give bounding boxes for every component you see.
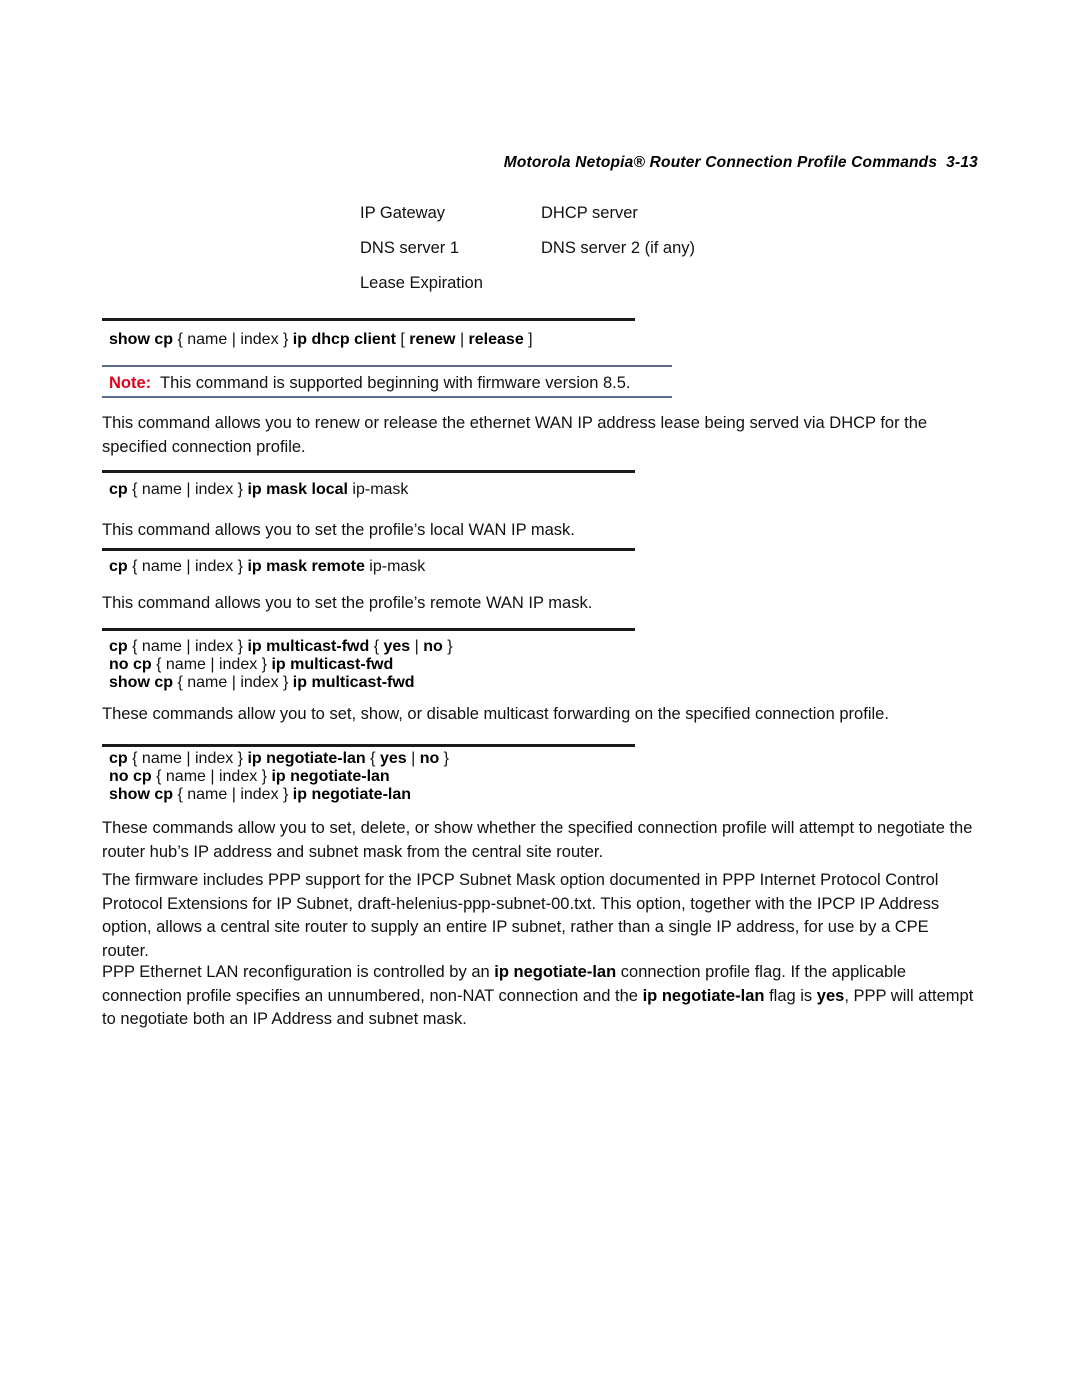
ppp-flag-name: ip negotiate-lan xyxy=(642,986,765,1005)
syntax-param: ip-mask xyxy=(369,558,426,575)
paragraph-ip-mask-remote-description: This command allows you to set the profi… xyxy=(102,594,593,612)
syntax-token: ip multicast-fwd xyxy=(292,674,415,691)
paragraph-ipcp-subnet-mask: The firmware includes PPP support for th… xyxy=(102,869,978,963)
paragraph-dhcp-client-description: This command allows you to renew or rele… xyxy=(102,414,928,456)
field-dns-server-1: DNS server 1 xyxy=(360,239,460,257)
syntax-token: ip negotiate-lan xyxy=(247,750,371,767)
section-rule xyxy=(102,744,635,747)
syntax-token: show cp xyxy=(109,674,178,691)
list-row: Lease Expiration xyxy=(360,266,820,301)
syntax-token: renew xyxy=(409,331,456,348)
note-label: Note: xyxy=(109,374,152,392)
syntax-token: ip multicast-fwd xyxy=(247,638,374,655)
syntax-token: ip dhcp client xyxy=(292,331,401,348)
syntax-pipe: | xyxy=(410,638,424,655)
running-header-title: Motorola Netopia® Router Connection Prof… xyxy=(503,154,938,171)
syntax-arg: { name | index } xyxy=(132,638,248,655)
ppp-text-s1: PPP Ethernet LAN reconfiguration is cont… xyxy=(102,963,495,981)
ipcp-draft-reference: draft-helenius-ppp-subnet-00.txt xyxy=(353,894,592,913)
document-page: Motorola Netopia® Router Connection Prof… xyxy=(0,0,1080,1397)
syntax-token: ip negotiate-lan xyxy=(292,786,412,803)
note-text: This command is supported beginning with… xyxy=(151,374,631,392)
syntax-show-cp-ip-negotiate-lan: show cp { name | index } ip negotiate-la… xyxy=(109,784,411,805)
syntax-bracket: ] xyxy=(523,331,533,348)
syntax-token: ip multicast-fwd xyxy=(271,656,394,673)
syntax-token: ip mask local xyxy=(247,481,353,498)
syntax-token: cp xyxy=(109,750,133,767)
field-dhcp-server: DHCP server xyxy=(541,204,638,222)
paragraph-ip-negotiate-lan-description: These commands allow you to set, delete,… xyxy=(102,819,973,861)
syntax-token: no xyxy=(423,638,443,655)
field-dns-server-2: DNS server 2 (if any) xyxy=(541,239,696,257)
note-rule-bottom xyxy=(102,396,672,398)
page-number: 3-13 xyxy=(946,154,978,171)
syntax-token: yes xyxy=(379,750,407,767)
section-rule xyxy=(102,470,635,473)
syntax-token: yes xyxy=(383,638,411,655)
syntax-pipe: | xyxy=(455,331,469,348)
syntax-arg: { name | index } xyxy=(132,558,248,575)
section-rule xyxy=(102,628,635,631)
syntax-token: no cp xyxy=(109,768,157,785)
syntax-brace: } xyxy=(442,638,453,655)
list-row: DNS server 1 DNS server 2 (if any) xyxy=(360,231,820,266)
paragraph-ppp-ethernet-lan: PPP Ethernet LAN reconfiguration is cont… xyxy=(102,961,978,1032)
running-header: Motorola Netopia® Router Connection Prof… xyxy=(102,136,978,190)
syntax-brace: { xyxy=(373,638,384,655)
syntax-bracket: [ xyxy=(400,331,410,348)
syntax-token: cp xyxy=(109,638,133,655)
syntax-brace: } xyxy=(439,750,450,767)
syntax-arg: { name | index } xyxy=(132,750,248,767)
paragraph-ip-multicast-fwd-description: These commands allow you to set, show, o… xyxy=(102,705,889,723)
syntax-pipe: | xyxy=(406,750,420,767)
syntax-show-cp-ip-multicast-fwd: show cp { name | index } ip multicast-fw… xyxy=(109,672,415,693)
syntax-token: cp xyxy=(109,558,133,575)
syntax-param: ip-mask xyxy=(352,481,409,498)
list-row: IP Gateway DHCP server xyxy=(360,196,820,231)
ppp-flag-name: ip negotiate-lan xyxy=(494,963,617,981)
ppp-flag-value: yes xyxy=(816,986,845,1005)
syntax-arg: { name | index } xyxy=(156,768,272,785)
syntax-token: cp xyxy=(109,481,133,498)
field-ip-gateway: IP Gateway xyxy=(360,204,445,222)
syntax-arg: { name | index } xyxy=(177,331,293,348)
syntax-token: show cp xyxy=(109,786,178,803)
syntax-token: no xyxy=(419,750,440,767)
syntax-token: release xyxy=(468,331,524,348)
ppp-text-s5: flag is xyxy=(764,986,817,1005)
section-rule xyxy=(102,548,635,551)
paragraph-ip-mask-local-description: This command allows you to set the profi… xyxy=(102,521,575,539)
syntax-arg: { name | index } xyxy=(132,481,248,498)
syntax-cp-ip-mask-remote: cp { name | index } ip mask remote ip-ma… xyxy=(109,556,425,577)
syntax-show-cp-ip-dhcp-client: show cp { name | index } ip dhcp client … xyxy=(109,329,533,350)
field-lease-expiration: Lease Expiration xyxy=(360,274,483,292)
dhcp-field-list: IP Gateway DHCP server DNS server 1 DNS … xyxy=(360,196,820,301)
section-rule xyxy=(102,318,635,321)
syntax-token: show cp xyxy=(109,331,178,348)
note-admonition: Note: This command is supported beginnin… xyxy=(109,372,631,394)
syntax-cp-ip-mask-local: cp { name | index } ip mask local ip-mas… xyxy=(109,479,408,500)
syntax-brace: { xyxy=(370,750,380,767)
syntax-token: ip mask remote xyxy=(247,558,370,575)
syntax-arg: { name | index } xyxy=(177,674,293,691)
syntax-token: no cp xyxy=(109,656,157,673)
note-rule-top xyxy=(102,365,672,367)
syntax-arg: { name | index } xyxy=(156,656,272,673)
syntax-token: ip negotiate-lan xyxy=(271,768,390,785)
syntax-arg: { name | index } xyxy=(177,786,293,803)
